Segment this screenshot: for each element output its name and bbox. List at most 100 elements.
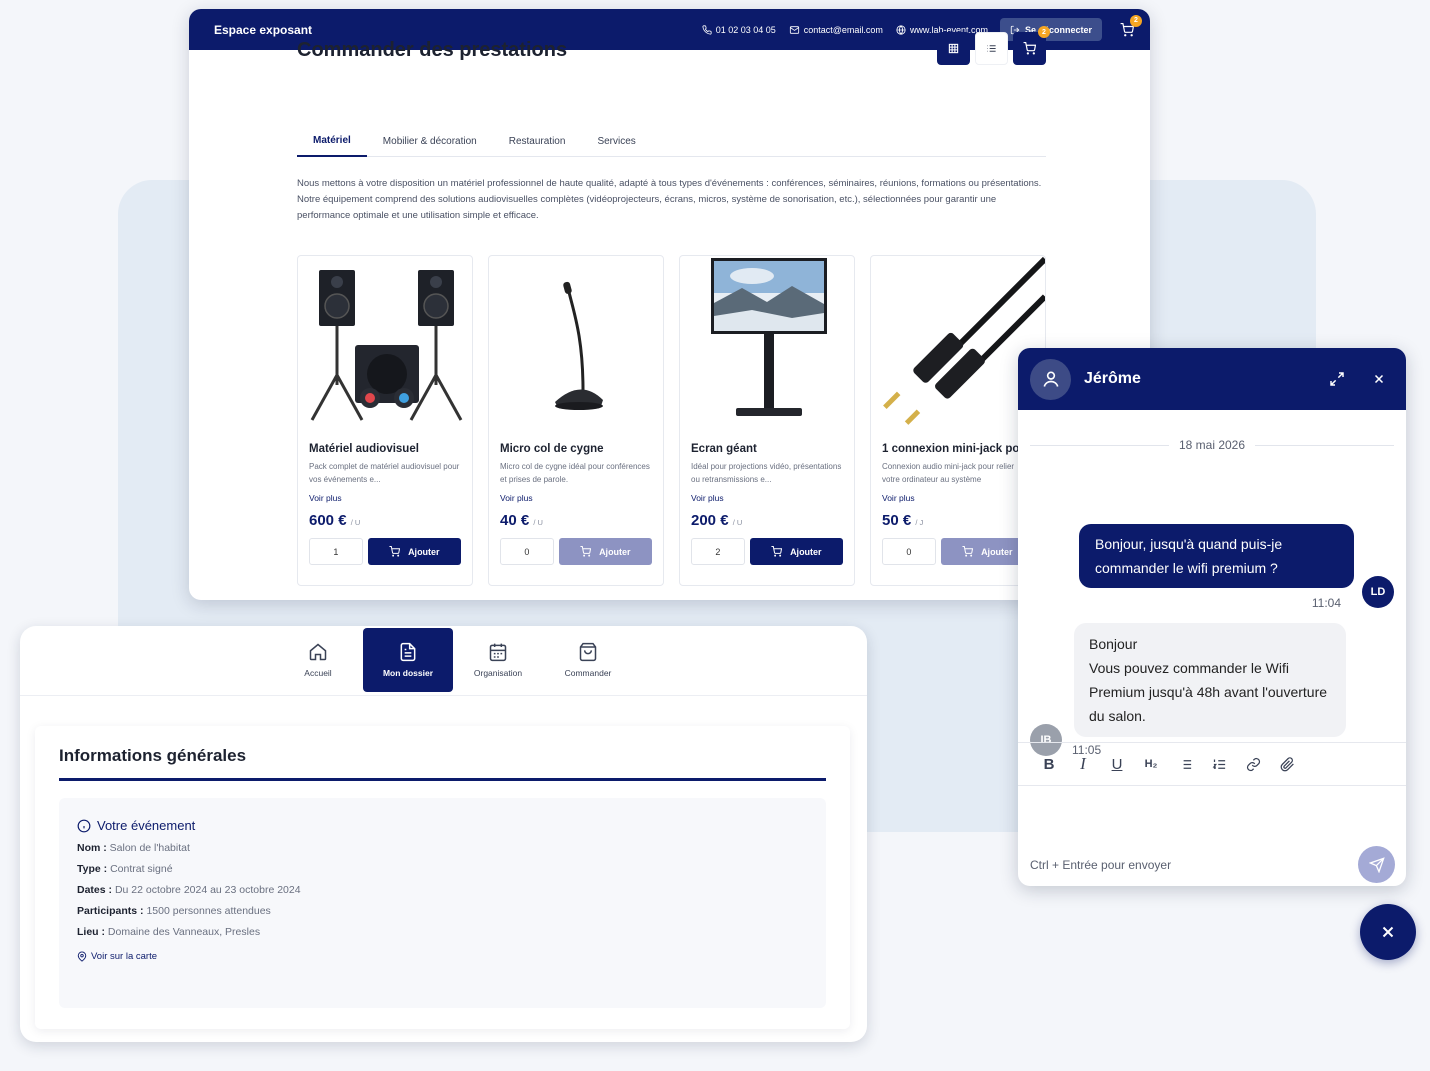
close-icon — [1374, 374, 1384, 384]
email-text: contact@email.com — [803, 24, 883, 35]
nav-item-mon-dossier[interactable]: Mon dossier — [363, 628, 453, 692]
brand-title: Espace exposant — [214, 22, 313, 37]
product-description: Pack complet de matériel audiovisuel pou… — [309, 462, 460, 484]
nav-label: Organisation — [473, 668, 523, 678]
quantity-input[interactable]: 0 — [882, 538, 936, 565]
chat-messages: 18 mai 2026 Bonjour, jusqu'à quand puis-… — [1018, 410, 1406, 757]
add-to-cart-button[interactable]: Ajouter — [367, 538, 461, 565]
quantity-input[interactable]: 0 — [500, 538, 554, 565]
nav-item-commander[interactable]: Commander — [543, 628, 633, 692]
quantity-input[interactable]: 1 — [309, 538, 363, 565]
expand-button[interactable] — [1326, 368, 1348, 390]
quantity-input[interactable]: 2 — [691, 538, 745, 565]
event-field-dates: Dates : Du 22 octobre 2024 au 23 octobre… — [77, 884, 301, 896]
product-name: 1 connexion mini-jack po — [882, 443, 1020, 455]
view-map-link[interactable]: Voir sur la carte — [77, 951, 808, 962]
price-value: 40 € — [500, 512, 530, 529]
price-unit: / U — [350, 518, 361, 527]
price-unit: / J — [915, 518, 924, 527]
product-card: Écran géant Idéal pour projections vidéo… — [679, 255, 855, 586]
cart-icon — [389, 546, 401, 557]
shopping-bag-icon — [579, 642, 597, 662]
incoming-message-line: Vous pouvez commander le Wifi Premium ju… — [1089, 660, 1328, 724]
nav-item-organisation[interactable]: Organisation — [453, 628, 543, 692]
phone-link[interactable]: 01 02 03 04 05 — [702, 25, 776, 35]
add-to-cart-button[interactable]: Ajouter — [558, 538, 652, 565]
add-label: Ajouter — [981, 546, 1013, 557]
send-button[interactable] — [1358, 846, 1395, 883]
nav-label: Accueil — [304, 668, 332, 678]
user-icon — [1043, 371, 1058, 387]
event-heading: Votre événement — [77, 818, 808, 833]
see-more-link[interactable]: Voir plus — [882, 493, 1034, 503]
product-description: Idéal pour projections vidéo, présentati… — [691, 462, 842, 484]
product-card: Matériel audiovisuel Pack complet de mat… — [297, 255, 473, 586]
attach-button[interactable] — [1270, 751, 1304, 777]
message-input[interactable]: Ctrl + Entrée pour envoyer — [1030, 858, 1171, 872]
event-field-location: Lieu : Domaine des Vanneaux, Presles — [77, 926, 261, 938]
list-view-button[interactable] — [975, 32, 1008, 65]
document-icon — [400, 642, 416, 662]
event-field-type: Type : Contrat signé — [77, 863, 173, 875]
product-image-microphone — [489, 256, 663, 432]
link-button[interactable] — [1236, 751, 1270, 777]
map-pin-icon — [77, 951, 87, 962]
see-more-link[interactable]: Voir plus — [309, 493, 461, 503]
contact-avatar — [1030, 358, 1071, 400]
close-chat-button[interactable] — [1368, 368, 1390, 390]
tab-services[interactable]: Services — [581, 125, 651, 157]
numbered-list-button[interactable] — [1202, 751, 1236, 777]
grid-icon — [948, 43, 959, 54]
bullet-list-button[interactable] — [1168, 751, 1202, 777]
price-unit: / U — [732, 518, 743, 527]
outgoing-message-time: 11:04 — [1311, 596, 1341, 610]
add-to-cart-button[interactable]: Ajouter — [749, 538, 843, 565]
bullet-list-icon — [1180, 759, 1191, 769]
close-chat-fab[interactable] — [1360, 904, 1416, 960]
cart-button[interactable]: 2 — [1013, 26, 1050, 65]
product-name: Écran géant — [691, 443, 757, 455]
bold-button[interactable]: B — [1032, 751, 1066, 777]
info-icon — [77, 819, 91, 832]
list-icon — [987, 45, 996, 52]
see-more-link[interactable]: Voir plus — [691, 493, 843, 503]
globe-icon — [896, 24, 906, 35]
map-link-text: Voir sur la carte — [91, 951, 157, 962]
home-icon — [309, 643, 327, 661]
chat-window: Jérôme 18 mai 2026 Bonjour, jusqu'à quan… — [1018, 348, 1406, 886]
heading-button[interactable]: H₂ — [1134, 751, 1168, 777]
link-icon — [1246, 757, 1260, 771]
product-description: Connexion audio mini-jack pour relier vo… — [882, 462, 1015, 484]
topbar-cart-button[interactable]: 2 — [1118, 14, 1142, 39]
category-tabs: Matériel Mobilier & décoration Restaurat… — [297, 125, 1046, 157]
product-price: 600 € / U — [309, 512, 461, 529]
underline-button[interactable]: U — [1100, 751, 1134, 777]
add-label: Ajouter — [790, 546, 822, 557]
tab-mobilier[interactable]: Mobilier & décoration — [367, 125, 493, 157]
product-name: Micro col de cygne — [500, 443, 604, 455]
cart-icon — [962, 546, 974, 557]
see-more-link[interactable]: Voir plus — [500, 493, 652, 503]
grid-view-button[interactable] — [937, 32, 970, 65]
category-description: Nous mettons à votre disposition un maté… — [297, 176, 1046, 224]
email-link[interactable]: contact@email.com — [789, 25, 883, 35]
tab-materiel[interactable]: Matériel — [297, 125, 367, 157]
mail-icon — [789, 25, 799, 34]
cart-icon — [771, 546, 783, 557]
product-grid: Matériel audiovisuel Pack complet de mat… — [297, 255, 1061, 586]
outgoing-message: Bonjour, jusqu'à quand puis-je commander… — [1079, 524, 1354, 588]
nav-item-accueil[interactable]: Accueil — [273, 628, 363, 692]
description-paragraph-2: Notre équipement comprend des solutions … — [297, 194, 997, 221]
contact-name: Jérôme — [1084, 370, 1141, 387]
editor-toolbar: B I U H₂ — [1018, 742, 1406, 786]
event-field-participants: Participants : 1500 personnes attendues — [77, 905, 271, 917]
add-label: Ajouter — [408, 546, 440, 557]
product-price: 40 € / U — [500, 512, 652, 529]
nav-label: Mon dossier — [382, 668, 434, 678]
product-price: 50 € / J — [882, 512, 1034, 529]
numbered-list-icon — [1212, 759, 1225, 769]
tab-restauration[interactable]: Restauration — [493, 125, 582, 157]
add-label: Ajouter — [599, 546, 631, 557]
phone-text: 01 02 03 04 05 — [715, 24, 776, 35]
italic-button[interactable]: I — [1066, 751, 1100, 777]
